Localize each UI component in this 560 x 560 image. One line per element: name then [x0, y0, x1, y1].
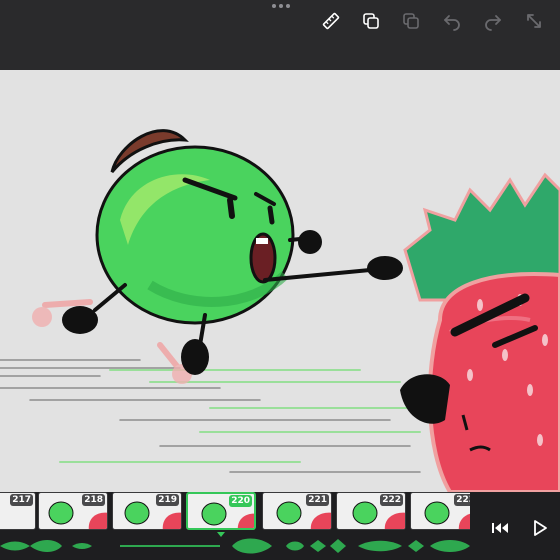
strawberry-character [400, 172, 560, 492]
ruler-icon [322, 12, 340, 30]
frame-number: 217 [10, 494, 33, 506]
play-button[interactable] [526, 514, 554, 542]
duplicate-button[interactable] [358, 8, 384, 34]
frame-number: 219 [156, 494, 179, 506]
drawing-canvas[interactable] [0, 70, 560, 492]
expand-icon [527, 14, 541, 28]
frame-number: 222 [380, 494, 403, 506]
audio-waveform[interactable] [0, 534, 470, 558]
skip-to-start-icon [492, 523, 508, 533]
frame-thumbnail[interactable]: 218 [38, 492, 108, 530]
redo-icon [485, 15, 501, 31]
frame-thumbnail[interactable]: 223 [410, 492, 470, 530]
transport-controls [474, 492, 560, 560]
frame-thumbnail[interactable]: 219 [112, 492, 182, 530]
frame-thumbnail[interactable]: 217 [0, 492, 36, 530]
frame-thumbnail[interactable]: 222 [336, 492, 406, 530]
artwork [0, 129, 560, 492]
play-icon [534, 520, 547, 536]
frame-thumbnail[interactable]: 221 [262, 492, 332, 530]
timeline: 217 218 219 220 221 222 22 [0, 492, 560, 560]
redo-button[interactable] [480, 8, 506, 34]
apple-character [62, 129, 403, 375]
frame-number: 221 [306, 494, 329, 506]
top-toolbar [0, 0, 560, 71]
drag-handle[interactable] [272, 4, 290, 10]
expand-button[interactable] [521, 8, 547, 34]
speed-lines [0, 359, 441, 473]
frame-number: 220 [229, 495, 252, 507]
undo-icon [444, 15, 460, 31]
frame-strip[interactable]: 217 218 219 220 221 222 22 [0, 492, 470, 532]
frame-number: 218 [82, 494, 105, 506]
undo-button[interactable] [439, 8, 465, 34]
frame-number: 223 [454, 494, 470, 506]
ruler-button[interactable] [318, 8, 344, 34]
copy-icon [403, 13, 419, 29]
duplicate-icon [363, 13, 379, 29]
skip-to-start-button[interactable] [486, 514, 514, 542]
frame-thumbnail-current[interactable]: 220 [186, 492, 256, 530]
copy-button[interactable] [398, 8, 424, 34]
